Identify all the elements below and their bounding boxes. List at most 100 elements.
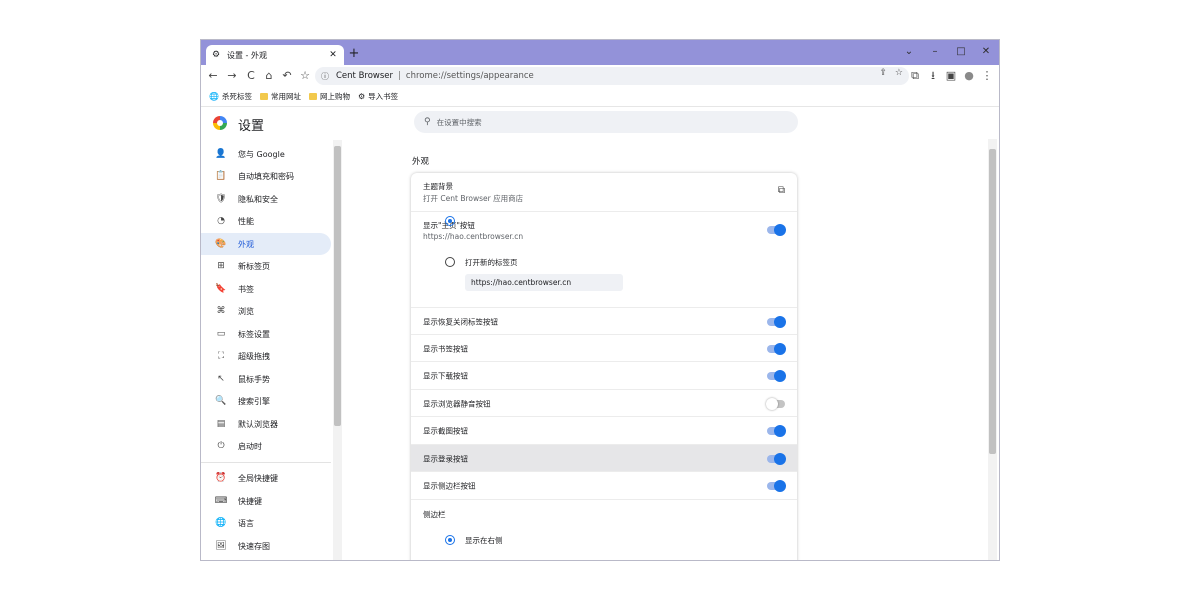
radio-custom-url[interactable] bbox=[445, 216, 455, 226]
menu-icon[interactable]: ⋮ bbox=[979, 68, 995, 84]
main-scrollbar[interactable] bbox=[988, 139, 997, 560]
maximize-button[interactable]: □ bbox=[949, 43, 973, 61]
settings-search-input[interactable]: ⚲ 在设置中搜索 bbox=[414, 111, 798, 133]
url-text[interactable]: chrome://settings/appearance bbox=[406, 71, 534, 81]
external-link-icon[interactable]: ⧉ bbox=[778, 185, 785, 196]
forward-button[interactable]: → bbox=[224, 68, 240, 84]
home-url-input[interactable]: https://hao.centbrowser.cn bbox=[465, 274, 623, 291]
downloads-toggle[interactable] bbox=[767, 370, 786, 382]
sidebar-item-default-browser[interactable]: ▤ 默认浏览器 bbox=[201, 413, 331, 435]
sidebar-item-on-startup[interactable]: ⏻ 启动时 bbox=[201, 435, 331, 457]
sidebar-divider bbox=[201, 462, 331, 463]
sidebar-item-label: 书签 bbox=[238, 284, 254, 294]
sidebar-item-performance[interactable]: ◔ 性能 bbox=[201, 210, 331, 232]
tab-settings-appearance[interactable]: ⚙ 设置 - 外观 ✕ bbox=[206, 45, 344, 65]
sidebar-item-label: 标签设置 bbox=[238, 329, 270, 339]
tab-close-icon[interactable]: ✕ bbox=[327, 50, 339, 60]
radio-new-tab[interactable] bbox=[445, 257, 455, 267]
toggle-label: 显示下载按钮 bbox=[423, 371, 468, 381]
login-toggle[interactable] bbox=[767, 453, 786, 465]
sidebar-item-tab-settings[interactable]: ▭ 标签设置 bbox=[201, 323, 331, 345]
sidebar-item-languages[interactable]: 🌐 语言 bbox=[201, 512, 331, 534]
sidebar-item-shortcuts[interactable]: ⌨ 快捷键 bbox=[201, 490, 331, 512]
sidebar-scrollbar[interactable] bbox=[333, 140, 342, 560]
bookmark-star-icon[interactable]: ☆ bbox=[895, 68, 903, 78]
bookmark-folder-shopping[interactable]: 网上购物 bbox=[308, 91, 350, 102]
sidebar-item-label: 默认浏览器 bbox=[238, 419, 278, 429]
palette-icon: 🎨 bbox=[215, 239, 227, 249]
toggle-row-login[interactable]: 显示登录按钮 bbox=[411, 444, 797, 472]
radio-show-on-right[interactable] bbox=[445, 535, 455, 545]
toggle-row-restore-tab[interactable]: 显示恢复关闭标签按钮 bbox=[411, 307, 797, 335]
download-icon[interactable]: ⭳ bbox=[925, 68, 941, 84]
account-avatar-icon[interactable]: ● bbox=[961, 68, 977, 84]
alarm-icon: ⏰ bbox=[215, 473, 227, 483]
shield-icon: 🛡 bbox=[215, 194, 227, 204]
theme-row[interactable]: 主题背景 打开 Cent Browser 应用商店 ⧉ bbox=[411, 173, 797, 211]
sidebar-item-appearance[interactable]: 🎨 外观 bbox=[201, 233, 331, 255]
sidebar-item-label: 鼠标手势 bbox=[238, 374, 270, 384]
main-scrollbar-thumb[interactable] bbox=[989, 149, 996, 454]
search-icon: ⚲ bbox=[424, 117, 431, 127]
bookmarks-toggle[interactable] bbox=[767, 343, 786, 355]
bookmarks-bar: 🌐 杀死标签 常用网址 网上购物 ⚙ 导入书签 bbox=[201, 87, 999, 107]
restore-tab-toggle[interactable] bbox=[767, 316, 786, 328]
cent-browser-logo-icon bbox=[213, 116, 227, 130]
sidebar-item-search-engine[interactable]: 🔍 搜索引擎 bbox=[201, 390, 331, 412]
sidebar-item-label: 全局快捷键 bbox=[238, 473, 278, 483]
sidebar-item-label: 浏览 bbox=[238, 306, 254, 316]
sidebar-item-label: 快捷键 bbox=[238, 496, 262, 506]
crop-icon[interactable]: ⧉ bbox=[907, 68, 923, 84]
tab-title: 设置 - 外观 bbox=[227, 50, 267, 60]
screenshot-toggle[interactable] bbox=[767, 425, 786, 437]
toggle-row-downloads[interactable]: 显示下载按钮 bbox=[411, 361, 797, 390]
close-window-button[interactable]: ✕ bbox=[974, 43, 998, 61]
browser-icon: ▤ bbox=[216, 419, 226, 429]
address-bar[interactable]: ⓘ Cent Browser | chrome://settings/appea… bbox=[315, 67, 909, 85]
new-tab-button[interactable]: + bbox=[346, 46, 362, 62]
toggle-label: 显示书签按钮 bbox=[423, 344, 468, 353]
toggle-row-bookmarks[interactable]: 显示书签按钮 bbox=[411, 334, 797, 362]
bookmark-label: 导入书签 bbox=[368, 92, 399, 101]
undo-close-button[interactable]: ↶ bbox=[279, 68, 295, 84]
bookmark-kill-tabs[interactable]: 🌐 杀死标签 bbox=[209, 91, 252, 102]
sidebar-toggle[interactable] bbox=[767, 480, 786, 492]
bookmark-folder-common[interactable]: 常用网址 bbox=[259, 91, 301, 102]
info-icon[interactable]: ⓘ bbox=[321, 71, 333, 82]
toggle-row-sidebar[interactable]: 显示侧边栏按钮 bbox=[411, 471, 797, 500]
sidebar-item-autofill[interactable]: 📋 自动填充和密码 bbox=[201, 165, 331, 187]
reload-button[interactable]: C bbox=[243, 68, 259, 84]
home-button-toggle[interactable] bbox=[767, 224, 786, 236]
sidebar-item-super-drag[interactable]: ⛶ 超级拖拽 bbox=[201, 345, 331, 367]
sidebar-item-label: 性能 bbox=[238, 216, 254, 226]
toggle-label: 显示浏览器静音按钮 bbox=[423, 399, 491, 408]
toggle-label: 显示截图按钮 bbox=[423, 426, 468, 436]
bookmark-star-button[interactable]: ☆ bbox=[297, 68, 313, 84]
back-button[interactable]: ← bbox=[205, 68, 221, 84]
section-title: 外观 bbox=[412, 157, 430, 167]
bookmark-import[interactable]: ⚙ 导入书签 bbox=[358, 91, 398, 102]
sidebar-item-mouse-gestures[interactable]: ↖ 鼠标手势 bbox=[201, 368, 331, 390]
sidebar-item-label: 新标签页 bbox=[238, 261, 270, 271]
toggle-label: 显示恢复关闭标签按钮 bbox=[423, 317, 498, 326]
tab-search-dropdown-icon[interactable]: ⌄ bbox=[897, 43, 921, 61]
minimize-button[interactable]: – bbox=[923, 43, 947, 61]
share-icon[interactable]: ⇪ bbox=[879, 68, 887, 78]
browse-icon: ⌘ bbox=[216, 306, 226, 316]
mute-toggle[interactable] bbox=[766, 398, 785, 410]
sidebar-item-browsing[interactable]: ⌘ 浏览 bbox=[201, 300, 331, 322]
sidebar-item-bookmarks[interactable]: 🔖 书签 bbox=[201, 278, 331, 300]
folder-icon bbox=[259, 93, 268, 100]
sidebar-item-global-shortcuts[interactable]: ⏰ 全局快捷键 bbox=[201, 467, 331, 489]
globe-icon: 🌐 bbox=[209, 92, 219, 101]
toggle-row-mute[interactable]: 显示浏览器静音按钮 bbox=[411, 389, 797, 417]
toggle-row-screenshot[interactable]: 显示截图按钮 bbox=[411, 416, 797, 445]
sidebar-item-privacy[interactable]: 🛡 隐私和安全 bbox=[201, 188, 331, 210]
sidebar-item-quick-save-image[interactable]: 🖼 快速存图 bbox=[201, 535, 331, 557]
sidebar-icon[interactable]: ▣ bbox=[943, 68, 959, 84]
sidebar-item-new-tab[interactable]: ⊞ 新标签页 bbox=[201, 255, 331, 277]
home-button[interactable]: ⌂ bbox=[261, 68, 277, 84]
sidebar-item-label: 超级拖拽 bbox=[238, 351, 270, 361]
sidebar-item-you-and-google[interactable]: 👤 您与 Google bbox=[201, 143, 331, 165]
sidebar-scrollbar-thumb[interactable] bbox=[334, 146, 341, 426]
